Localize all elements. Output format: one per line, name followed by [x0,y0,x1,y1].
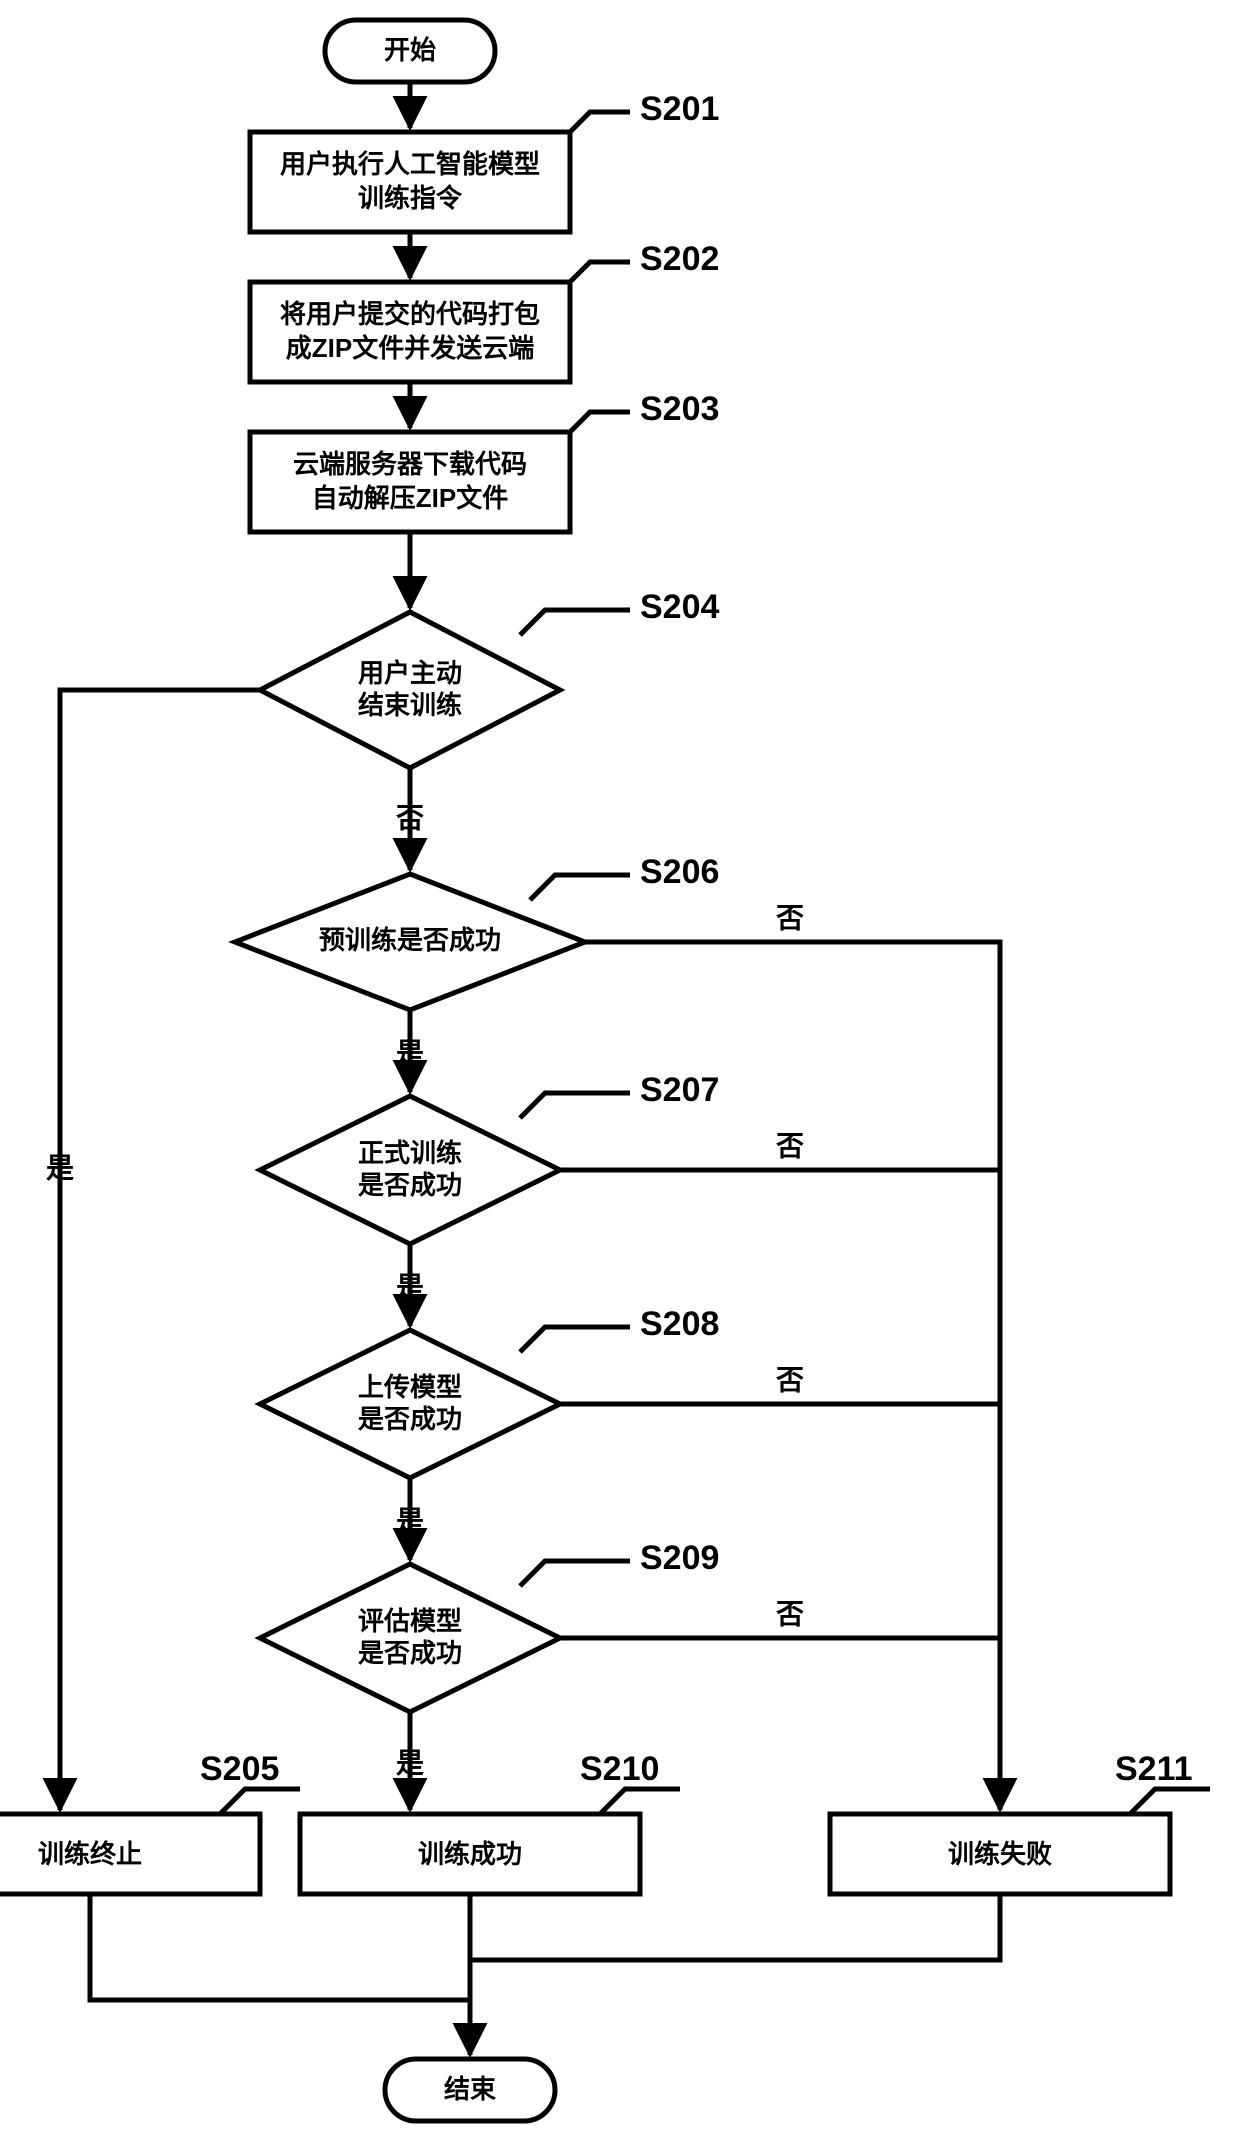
edge-s204-yes-label: 是 [46,1152,74,1183]
label-leader-s203 [570,412,630,432]
s211-text: 训练失败 [948,1839,1052,1869]
s208-line2: 是否成功 [358,1404,462,1434]
s204-line2: 结束训练 [358,690,462,720]
label-leader-s201 [570,112,630,132]
s201-line1: 用户执行人工智能模型 [280,149,540,179]
label-leader-s204 [520,610,630,635]
label-leader-s210 [600,1789,680,1814]
label-s210: S210 [580,1750,659,1788]
process-s205: 训练终止 [0,1814,260,1894]
s203-line2: 自动解压ZIP文件 [312,483,508,513]
label-s208: S208 [640,1305,719,1343]
label-leader-s209 [520,1561,630,1586]
decision-s207: 正式训练 是否成功 [260,1096,560,1244]
terminator-start: 开始 [325,20,495,82]
s207-line2: 是否成功 [358,1170,462,1200]
edge-s206-yes-label: 是 [396,1037,424,1068]
decision-s209: 评估模型 是否成功 [260,1564,560,1712]
edge-s204-yes-part1 [60,690,260,1790]
s206-line1: 预训练是否成功 [319,925,501,955]
s202-line2: 成ZIP文件并发送云端 [286,333,534,363]
terminator-end: 结束 [385,2059,555,2121]
label-leader-s211 [1130,1789,1210,1814]
decision-s208: 上传模型 是否成功 [260,1330,560,1478]
label-s203: S203 [640,390,719,428]
edge-s207-no-label: 否 [776,1130,804,1161]
s210-text: 训练成功 [418,1839,522,1869]
label-s205: S205 [200,1750,279,1788]
label-s204: S204 [640,588,719,626]
edge-s204-no-label: 否 [396,802,424,833]
edge-s209-no-label: 否 [776,1598,804,1629]
process-s202: 将用户提交的代码打包 成ZIP文件并发送云端 [250,282,570,382]
label-leader-s202 [570,262,630,282]
s207-line1: 正式训练 [358,1138,462,1168]
label-s206: S206 [640,853,719,891]
label-s209: S209 [640,1539,719,1577]
s204-line1: 用户主动 [358,658,462,688]
process-s210: 训练成功 [300,1814,640,1894]
label-leader-s207 [520,1093,630,1118]
decision-s204: 用户主动 结束训练 [260,612,560,768]
label-leader-s206 [530,875,630,900]
process-s211: 训练失败 [830,1814,1170,1894]
label-leader-s208 [520,1327,630,1352]
label-s202: S202 [640,240,719,278]
s209-line1: 评估模型 [358,1606,462,1636]
s208-line1: 上传模型 [358,1372,462,1402]
terminator-start-text: 开始 [384,35,436,65]
edge-s207-yes-label: 是 [396,1271,424,1302]
label-s211: S211 [1115,1750,1193,1788]
s203-line1: 云端服务器下载代码 [293,449,527,479]
edge-s208-yes-label: 是 [396,1505,424,1536]
label-leader-s205 [220,1789,300,1814]
edge-s206-no-label: 否 [776,902,804,933]
label-s201: S201 [640,90,719,128]
process-s203: 云端服务器下载代码 自动解压ZIP文件 [250,432,570,532]
edge-s208-no-label: 否 [776,1364,804,1395]
edge-s205-merge [90,1894,470,2000]
terminator-end-text: 结束 [444,2074,497,2104]
s205-text: 训练终止 [38,1839,142,1869]
process-s201: 用户执行人工智能模型 训练指令 [250,132,570,232]
s209-line2: 是否成功 [358,1638,462,1668]
label-s207: S207 [640,1071,719,1109]
edge-s209-yes-label: 是 [396,1747,424,1778]
s201-line2: 训练指令 [358,183,463,213]
s202-line1: 将用户提交的代码打包 [280,299,540,329]
edge-s211-merge [470,1894,1000,1960]
